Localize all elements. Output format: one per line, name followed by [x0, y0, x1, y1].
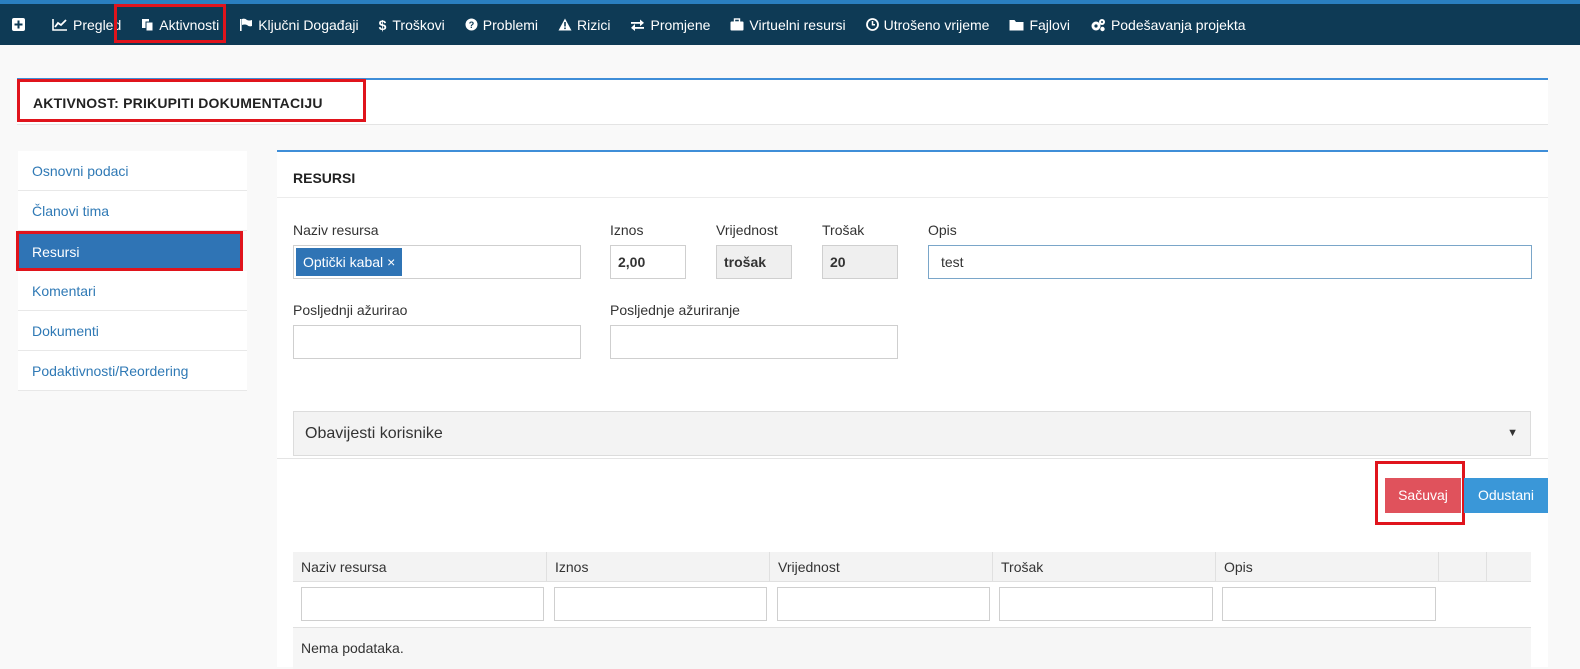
resursi-panel: RESURSI Naziv resursa Optički kabal × Izn…	[277, 150, 1548, 669]
sidebar-item-dokumenti[interactable]: Dokumenti	[18, 311, 247, 351]
highlight-frame-aktivnosti	[114, 4, 226, 43]
vrijednost-label: Vrijednost	[716, 222, 778, 238]
flag-icon	[240, 18, 253, 31]
filter-vrijednost-input[interactable]	[777, 587, 990, 621]
nav-fajlovi[interactable]: Fajlovi	[999, 6, 1079, 43]
divider	[277, 458, 1548, 459]
posljednje-azuriranje-label: Posljednje ažuriranje	[610, 302, 740, 318]
nav-label: Fajlovi	[1029, 16, 1070, 33]
question-circle-icon: ?	[465, 18, 478, 31]
panel-title: RESURSI	[293, 170, 356, 186]
nav-promjene[interactable]: Promjene	[620, 6, 720, 43]
column-header-trosak[interactable]: Trošak	[993, 552, 1216, 582]
nav-label: Virtuelni resursi	[749, 16, 846, 33]
page-title: AKTIVNOST: PRIKUPITI DOKUMENTACIJU	[17, 79, 366, 122]
nav-problemi[interactable]: ? Problemi	[455, 6, 548, 43]
column-header-iznos[interactable]: Iznos	[547, 552, 770, 582]
vrijednost-field: trošak	[716, 245, 792, 279]
nav-rizici[interactable]: Rizici	[548, 6, 620, 43]
nav-label: Problemi	[482, 16, 539, 33]
sidebar-item-clanovi-tima[interactable]: Članovi tima	[18, 191, 247, 231]
obavijesti-korisnike-accordion[interactable]: Obavijesti korisnike ▼	[293, 411, 1531, 456]
nav-label: Podešavanja projekta	[1110, 16, 1246, 33]
warning-icon	[558, 18, 572, 31]
exchange-icon	[631, 19, 645, 31]
trosak-field: 20	[822, 245, 898, 279]
clock-icon	[865, 18, 879, 31]
filter-opis-input[interactable]	[1222, 587, 1436, 621]
cancel-button[interactable]: Odustani	[1464, 478, 1548, 513]
chart-line-icon	[52, 19, 67, 31]
add-button[interactable]	[8, 6, 42, 43]
filter-row	[293, 582, 1531, 628]
filter-trosak-input[interactable]	[999, 587, 1213, 621]
sidebar-menu: Osnovni podaci Članovi tima Resursi Kome…	[16, 151, 247, 391]
column-header-naziv[interactable]: Naziv resursa	[293, 552, 547, 582]
selected-resource-tag: Optički kabal ×	[296, 248, 403, 276]
nav-utroseno-vrijeme[interactable]: Utrošeno vrijeme	[856, 6, 1000, 43]
highlight-frame-save	[1375, 461, 1465, 525]
iznos-label: Iznos	[610, 222, 644, 238]
tag-remove-icon[interactable]: ×	[387, 254, 395, 270]
table-header: Naziv resursa Iznos Vrijednost Trošak Op…	[293, 552, 1531, 582]
svg-text:?: ?	[469, 20, 475, 30]
nav-label: Rizici	[577, 16, 611, 33]
nav-label: Troškovi	[392, 16, 445, 33]
opis-input[interactable]: test	[928, 245, 1532, 279]
naziv-resursa-label: Naziv resursa	[293, 222, 379, 238]
sidebar-item-komentari[interactable]: Komentari	[18, 271, 247, 311]
nav-label: Promjene	[650, 16, 711, 33]
panel-header: RESURSI	[277, 152, 1548, 198]
opis-label: Opis	[928, 222, 957, 238]
posljednji-azurirao-field[interactable]	[293, 325, 581, 359]
no-data-message: Nema podataka.	[301, 640, 404, 656]
accordion-label: Obavijesti korisnike	[305, 425, 443, 442]
briefcase-icon	[730, 18, 744, 31]
plus-square-icon	[12, 18, 25, 31]
sidebar-item-osnovni-podaci[interactable]: Osnovni podaci	[18, 151, 247, 191]
nav-podesavanja-projekta[interactable]: Podešavanja projekta	[1080, 6, 1256, 43]
posljednji-azurirao-label: Posljednji ažurirao	[293, 302, 408, 318]
nav-virtuelni-resursi[interactable]: Virtuelni resursi	[720, 6, 855, 43]
tag-label: Optički kabal	[303, 254, 384, 270]
trosak-label: Trošak	[822, 222, 865, 238]
posljednje-azuriranje-field[interactable]	[610, 325, 898, 359]
filter-iznos-input[interactable]	[554, 587, 767, 621]
dollar-icon: $	[378, 16, 387, 33]
sidebar-item-podaktivnosti[interactable]: Podaktivnosti/Reordering	[18, 351, 247, 391]
folder-icon	[1009, 19, 1024, 30]
top-navigation: Pregled Aktivnosti Ključni Događaji $ Tr…	[0, 0, 1580, 45]
column-header-action	[1439, 552, 1487, 582]
nav-label: Utrošeno vrijeme	[883, 16, 990, 33]
nav-kljucni-dogadjaji[interactable]: Ključni Događaji	[229, 6, 368, 43]
gears-icon	[1091, 18, 1105, 31]
naziv-resursa-input[interactable]: Optički kabal ×	[293, 245, 581, 279]
filter-naziv-input[interactable]	[301, 587, 544, 621]
column-header-opis[interactable]: Opis	[1216, 552, 1439, 582]
table-row: Nema podataka.	[293, 628, 1531, 669]
nav-troskovi[interactable]: $ Troškovi	[369, 6, 455, 43]
caret-down-icon: ▼	[1507, 427, 1518, 439]
nav-label: Ključni Događaji	[258, 16, 359, 33]
sidebar-item-resursi[interactable]: Resursi	[16, 231, 243, 271]
column-header-action	[1487, 552, 1531, 582]
iznos-input[interactable]: 2,00	[610, 245, 686, 279]
column-header-vrijednost[interactable]: Vrijednost	[770, 552, 993, 582]
